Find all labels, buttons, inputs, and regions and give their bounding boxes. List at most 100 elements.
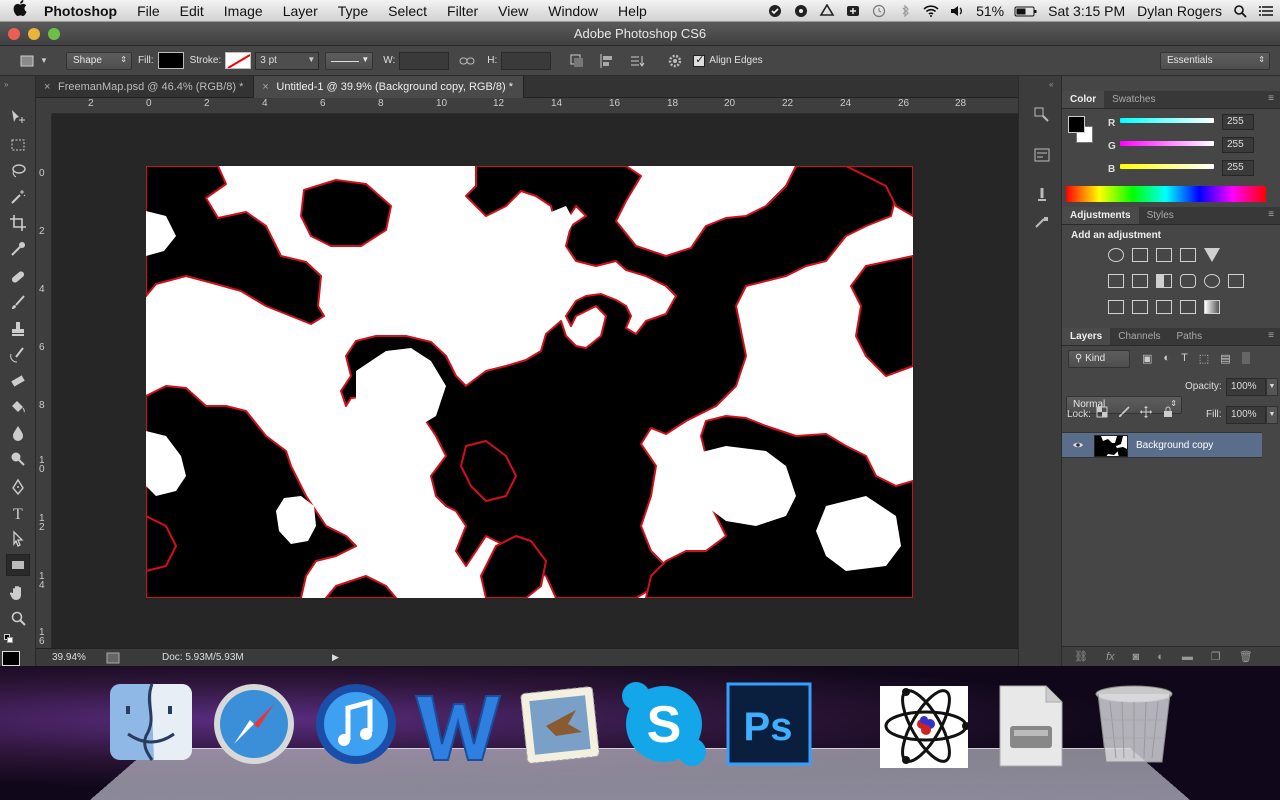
close-tab-icon[interactable]: × (44, 76, 50, 98)
menu-edit[interactable]: Edit (170, 3, 214, 19)
default-colors-icon[interactable] (4, 634, 14, 643)
volume-icon[interactable] (948, 4, 966, 18)
workspace-select[interactable]: Essentials ⇕ (1160, 52, 1270, 70)
layer-name[interactable]: Background copy (1136, 440, 1213, 451)
path-operations-icon[interactable] (569, 53, 585, 69)
photoshop-icon[interactable]: Ps (724, 676, 814, 768)
color-lookup-icon[interactable] (1228, 274, 1244, 288)
tool-presets-icon[interactable] (1033, 214, 1051, 232)
brush-tool[interactable] (6, 292, 30, 314)
menu-select[interactable]: Select (378, 3, 437, 19)
channel-mixer-icon[interactable] (1204, 274, 1220, 288)
play-arrow-icon[interactable]: ▶ (332, 652, 339, 663)
menu-view[interactable]: View (488, 3, 538, 19)
eye-visibility-icon[interactable] (1072, 440, 1084, 450)
menu-help[interactable]: Help (608, 3, 657, 19)
document-profile-icon[interactable] (106, 652, 120, 664)
disk-utility-icon[interactable] (996, 676, 1086, 768)
battery-percentage[interactable]: 51% (970, 3, 1010, 19)
gradient-map-icon[interactable] (1204, 300, 1220, 314)
spotlight-search-icon[interactable] (1232, 4, 1250, 18)
brightness-contrast-icon[interactable] (1108, 248, 1124, 262)
dodge-tool[interactable] (6, 448, 30, 470)
width-field[interactable] (399, 51, 450, 70)
dropbox-icon[interactable] (844, 4, 862, 18)
fill-opacity-field[interactable]: 100% (1226, 406, 1266, 424)
clone-stamp-tool[interactable] (6, 318, 30, 340)
lock-pixels-icon[interactable] (1118, 406, 1130, 418)
document-tab-freemanmap[interactable]: × FreemanMap.psd @ 46.4% (RGB/8) * (36, 76, 255, 98)
exposure-icon[interactable] (1180, 248, 1196, 262)
menu-type[interactable]: Type (328, 3, 378, 19)
menu-image[interactable]: Image (214, 3, 273, 19)
layer-row[interactable]: Background copy (1062, 432, 1262, 458)
close-window-button[interactable] (8, 28, 20, 40)
new-layer-icon[interactable]: ❐ (1211, 650, 1221, 663)
hue-saturation-icon[interactable] (1108, 274, 1124, 288)
word-icon[interactable] (412, 676, 502, 768)
green-slider[interactable] (1120, 141, 1214, 146)
selective-color-icon[interactable] (1180, 300, 1196, 314)
levels-icon[interactable] (1132, 248, 1148, 262)
vertical-ruler[interactable]: 0 2 4 6 8 1 0 1 2 1 4 1 6 (36, 114, 52, 648)
expand-arrows-icon[interactable]: « (1049, 80, 1053, 89)
panel-menu-icon[interactable]: ≡ (1268, 93, 1274, 104)
photo-filter-icon[interactable] (1180, 274, 1196, 288)
eyedropper-tool[interactable] (6, 238, 30, 260)
menu-window[interactable]: Window (538, 3, 608, 19)
panel-menu-icon[interactable]: ≡ (1268, 209, 1274, 220)
soccer-ball-icon[interactable] (792, 4, 810, 18)
tab-adjustments[interactable]: Adjustments (1062, 207, 1139, 224)
lock-position-icon[interactable] (1140, 406, 1152, 418)
paint-bucket-tool[interactable] (6, 396, 30, 418)
path-selection-tool[interactable] (6, 528, 30, 550)
hand-tool[interactable] (6, 582, 30, 604)
layer-style-fx-icon[interactable]: fx (1106, 651, 1115, 663)
vibrance-icon[interactable] (1204, 248, 1220, 262)
gear-icon[interactable] (667, 53, 683, 69)
menu-file[interactable]: File (127, 3, 170, 19)
finder-icon[interactable] (106, 676, 196, 768)
layer-filter-kind-select[interactable]: ⚲ Kind (1068, 350, 1130, 368)
smart-object-filter-icon[interactable]: ▤ (1220, 352, 1230, 366)
red-slider[interactable] (1120, 118, 1214, 123)
height-field[interactable] (501, 51, 552, 70)
atom-app-icon[interactable] (878, 676, 972, 786)
lock-transparency-icon[interactable] (1096, 406, 1108, 418)
delete-layer-trash-icon[interactable]: 🗑 (1239, 650, 1253, 663)
eraser-tool[interactable] (6, 370, 30, 392)
notification-center-icon[interactable] (1258, 4, 1276, 18)
stroke-swatch[interactable] (225, 52, 252, 69)
pen-tool[interactable] (6, 476, 30, 498)
zoom-tool[interactable] (6, 608, 30, 630)
green-value-field[interactable]: 255 (1222, 137, 1254, 153)
zoom-window-button[interactable] (48, 28, 60, 40)
battery-icon[interactable] (1014, 4, 1038, 18)
invert-icon[interactable] (1108, 300, 1124, 314)
foreground-color-swatch[interactable] (2, 651, 20, 666)
foreground-color-box[interactable] (1068, 116, 1085, 133)
mail-icon[interactable] (516, 676, 606, 768)
link-icon[interactable] (459, 56, 475, 66)
menu-photoshop[interactable]: Photoshop (40, 3, 127, 19)
fill-swatch[interactable] (157, 52, 184, 69)
tab-paths[interactable]: Paths (1169, 328, 1211, 345)
lasso-tool[interactable] (6, 160, 30, 182)
threshold-icon[interactable] (1156, 300, 1172, 314)
type-tool[interactable]: T (6, 502, 30, 524)
curves-icon[interactable] (1156, 248, 1172, 262)
itunes-icon[interactable] (310, 676, 400, 768)
crop-tool[interactable] (6, 212, 30, 234)
tab-channels[interactable]: Channels (1110, 328, 1168, 345)
tab-color[interactable]: Color (1062, 91, 1105, 108)
menu-layer[interactable]: Layer (273, 3, 328, 19)
tab-swatches[interactable]: Swatches (1104, 91, 1163, 108)
adjustment-layer-filter-icon[interactable]: ◐ (1163, 352, 1170, 366)
opacity-dropdown-button[interactable]: ▼ (1266, 378, 1278, 396)
menubar-user[interactable]: Dylan Rogers (1131, 3, 1228, 19)
collapse-arrows-icon[interactable]: » (4, 80, 8, 89)
apple-icon[interactable] (0, 0, 40, 21)
zoom-level[interactable]: 39.94% (52, 652, 98, 663)
time-machine-icon[interactable] (870, 4, 888, 18)
minimize-window-button[interactable] (28, 28, 40, 40)
